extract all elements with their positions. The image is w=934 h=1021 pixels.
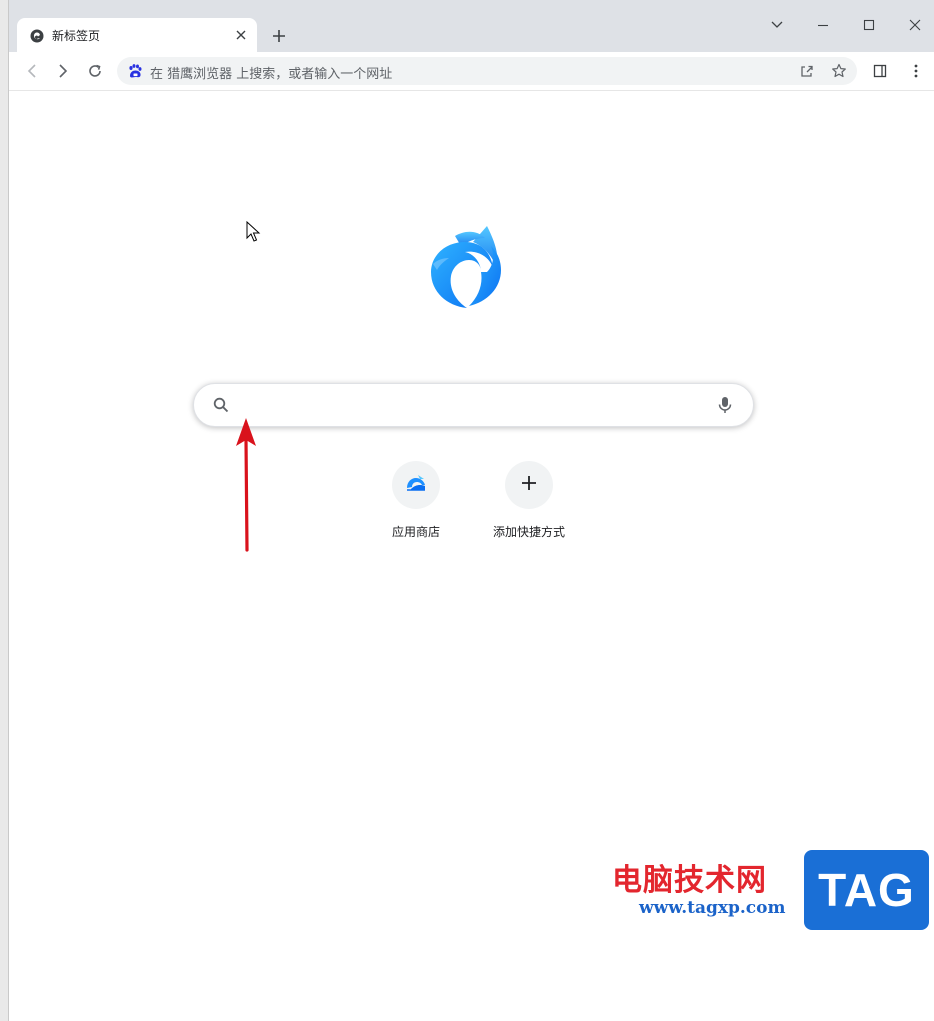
- toolbar: 在 猎鹰浏览器 上搜索，或者输入一个网址: [9, 52, 934, 91]
- side-panel-icon[interactable]: [868, 59, 892, 83]
- shortcut-label: 添加快捷方式: [492, 525, 565, 539]
- app-store-icon: [405, 473, 427, 497]
- address-bar-placeholder: 在 猎鹰浏览器 上搜索，或者输入一个网址: [150, 67, 393, 82]
- shortcut-add[interactable]: 添加快捷方式: [473, 461, 585, 551]
- microphone-icon[interactable]: [715, 395, 735, 415]
- shortcut-app-store[interactable]: 应用商店: [360, 461, 472, 551]
- watermark-tag-badge: TAG: [804, 850, 929, 930]
- minimize-button[interactable]: [812, 14, 834, 36]
- plus-icon: [521, 475, 537, 495]
- close-tab-icon[interactable]: [233, 27, 249, 43]
- menu-kebab-icon[interactable]: [904, 59, 928, 83]
- baidu-paw-icon: [127, 63, 143, 79]
- falcon-favicon-icon: [30, 28, 44, 43]
- reload-button[interactable]: [83, 59, 107, 83]
- red-arrow-annotation: [231, 416, 261, 554]
- address-bar[interactable]: 在 猎鹰浏览器 上搜索，或者输入一个网址: [117, 57, 857, 85]
- maximize-button[interactable]: [858, 14, 880, 36]
- bookmark-star-icon[interactable]: [829, 61, 849, 81]
- mouse-cursor-icon: [246, 220, 262, 243]
- shortcut-tile: [392, 461, 440, 509]
- search-icon: [212, 396, 230, 414]
- new-tab-page: 应用商店 添加快捷方式: [9, 91, 934, 1021]
- shortcut-label: 应用商店: [391, 525, 440, 539]
- tab-strip: 新标签页: [9, 0, 934, 52]
- falcon-logo: [425, 224, 505, 310]
- share-icon[interactable]: [797, 61, 817, 81]
- browser-window: 新标签页 在 猎鹰浏览器 上搜索，或者输入一个网址 应用商店 添加快捷方式 电脑…: [9, 0, 934, 1021]
- tab-new-tab[interactable]: 新标签页: [17, 18, 257, 52]
- forward-button[interactable]: [51, 59, 75, 83]
- watermark-site-name: 电脑技术网: [612, 863, 767, 898]
- tab-title: 新标签页: [52, 29, 101, 43]
- back-button[interactable]: [20, 59, 44, 83]
- shortcut-tile: [505, 461, 553, 509]
- tab-search-chevron-icon[interactable]: [766, 14, 788, 36]
- new-tab-button[interactable]: [267, 24, 291, 48]
- close-window-button[interactable]: [904, 14, 926, 36]
- watermark-url: www.tagxp.com: [639, 898, 786, 918]
- ntp-search-box[interactable]: [193, 383, 754, 427]
- ntp-search-input[interactable]: [242, 392, 706, 420]
